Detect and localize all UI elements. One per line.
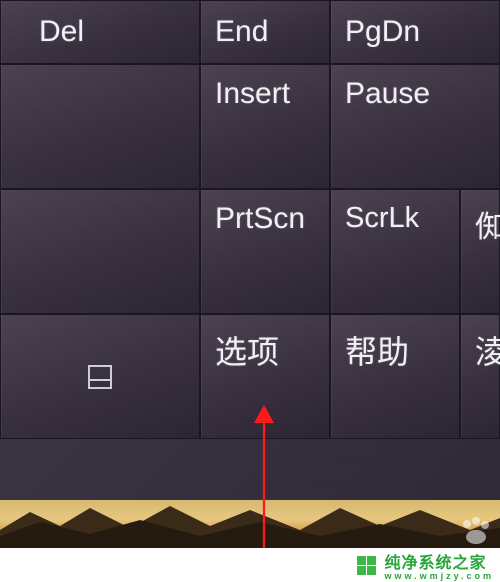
key-label: 淩: [475, 327, 500, 373]
key-scrlk[interactable]: ScrLk: [330, 189, 460, 314]
key-partial-cut[interactable]: 淩: [460, 314, 500, 439]
arrow-shaft: [263, 423, 265, 563]
key-label: Pause: [345, 77, 430, 111]
keyboard-row-1: Insert Pause: [0, 64, 500, 189]
key-blank[interactable]: [0, 189, 200, 314]
key-label: 帮助: [345, 327, 409, 373]
key-label: Insert: [215, 77, 290, 111]
taskbar-tray: [458, 516, 492, 546]
arrow-head-icon: [254, 405, 274, 423]
watermark-bar: 纯净系统之家 www.wmjzy.com: [0, 548, 500, 582]
key-del[interactable]: Del: [0, 0, 200, 64]
key-label: Del: [39, 15, 84, 49]
watermark-brand: 纯净系统之家: [384, 555, 486, 572]
key-dock[interactable]: [0, 314, 200, 439]
key-label: 倁: [475, 202, 500, 246]
key-prtscn[interactable]: PrtScn: [200, 189, 330, 314]
key-end[interactable]: End: [200, 0, 330, 64]
keyboard-row-3: 选项 帮助 淩: [0, 314, 500, 439]
screenshot-stage: Del End PgDn Insert Pause PrtScn ScrLk 倁…: [0, 0, 500, 582]
dock-icon: [85, 362, 115, 392]
on-screen-keyboard: Del End PgDn Insert Pause PrtScn ScrLk 倁…: [0, 0, 500, 439]
watermark-url: www.wmjzy.com: [384, 571, 494, 581]
key-label: PrtScn: [215, 202, 305, 236]
key-help[interactable]: 帮助: [330, 314, 460, 439]
desktop-taskbar-sliver: [0, 500, 500, 548]
key-label: End: [215, 15, 268, 49]
key-blank[interactable]: [0, 64, 200, 189]
watermark-logo-icon: [356, 555, 376, 575]
keyboard-row-0: Del End PgDn: [0, 0, 500, 64]
watermark-text: 纯净系统之家 www.wmjzy.com: [384, 549, 494, 581]
key-pause[interactable]: Pause: [330, 64, 500, 189]
key-label: 选项: [215, 327, 279, 373]
key-insert[interactable]: Insert: [200, 64, 330, 189]
key-label: ScrLk: [345, 202, 419, 235]
key-partial-cut[interactable]: 倁: [460, 189, 500, 314]
annotation-arrow: [254, 405, 274, 563]
key-pgdn[interactable]: PgDn: [330, 0, 500, 64]
wallpaper-mountains: [0, 500, 500, 548]
paw-icon: [458, 516, 492, 546]
keyboard-row-2: PrtScn ScrLk 倁: [0, 189, 500, 314]
key-label: PgDn: [345, 15, 420, 49]
